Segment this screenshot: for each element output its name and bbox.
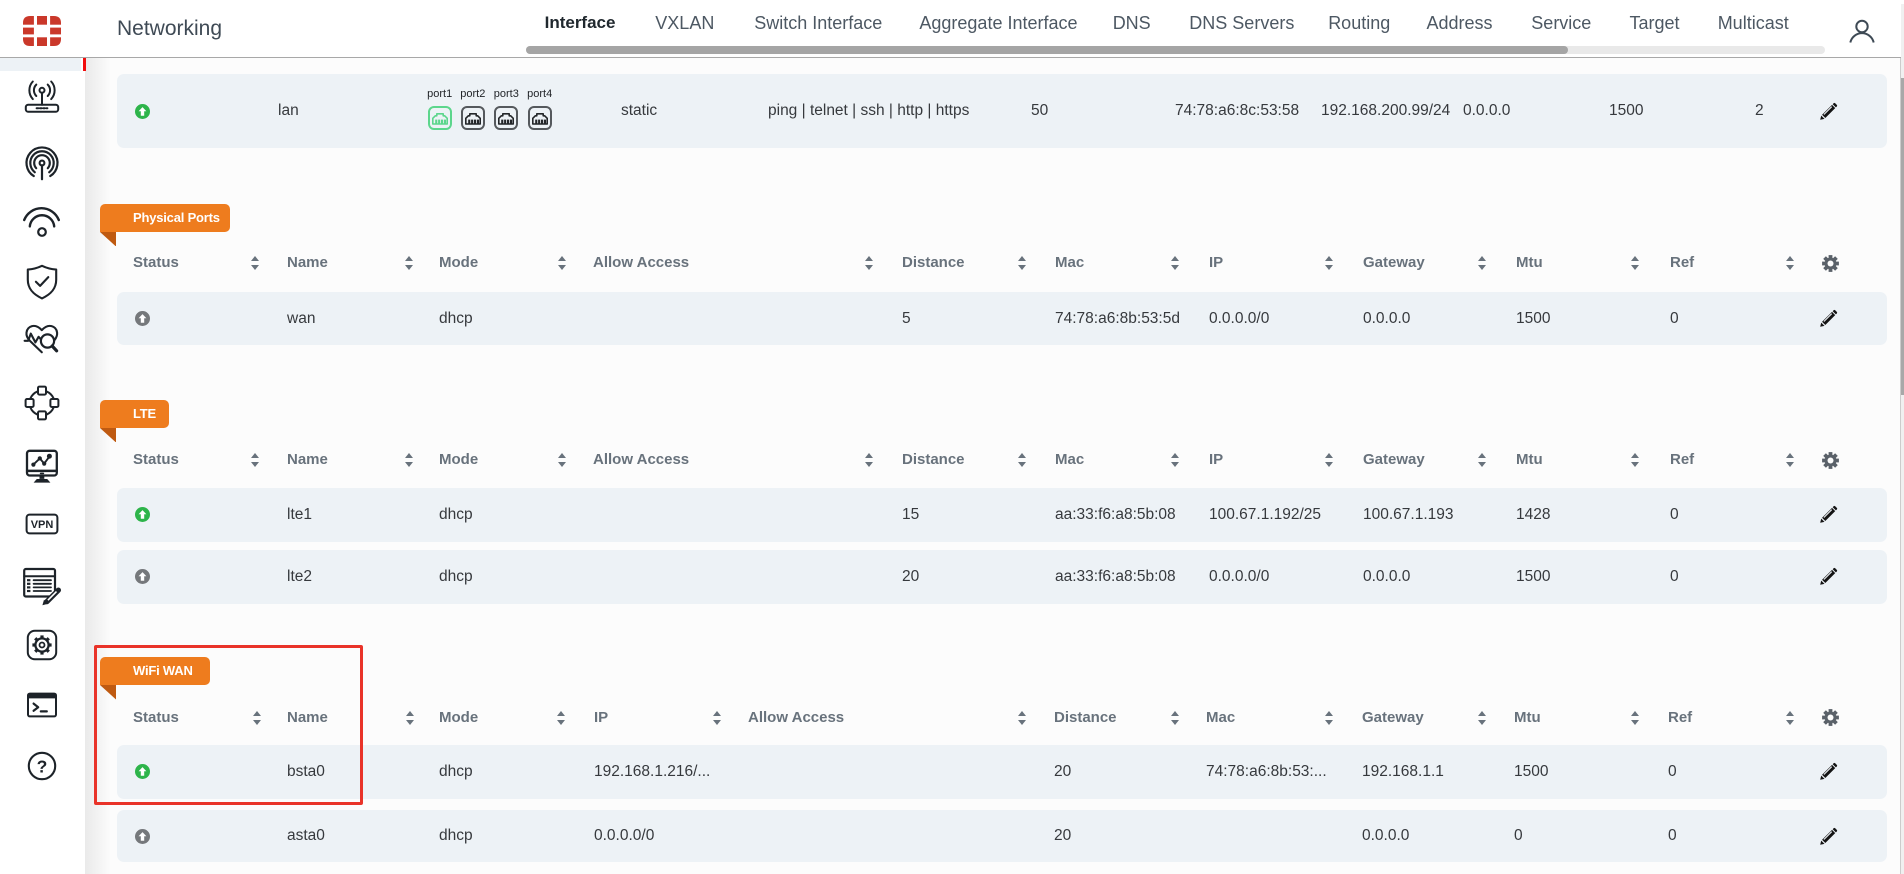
svg-text:?: ?: [37, 756, 48, 776]
svg-text:VPN: VPN: [31, 519, 54, 531]
